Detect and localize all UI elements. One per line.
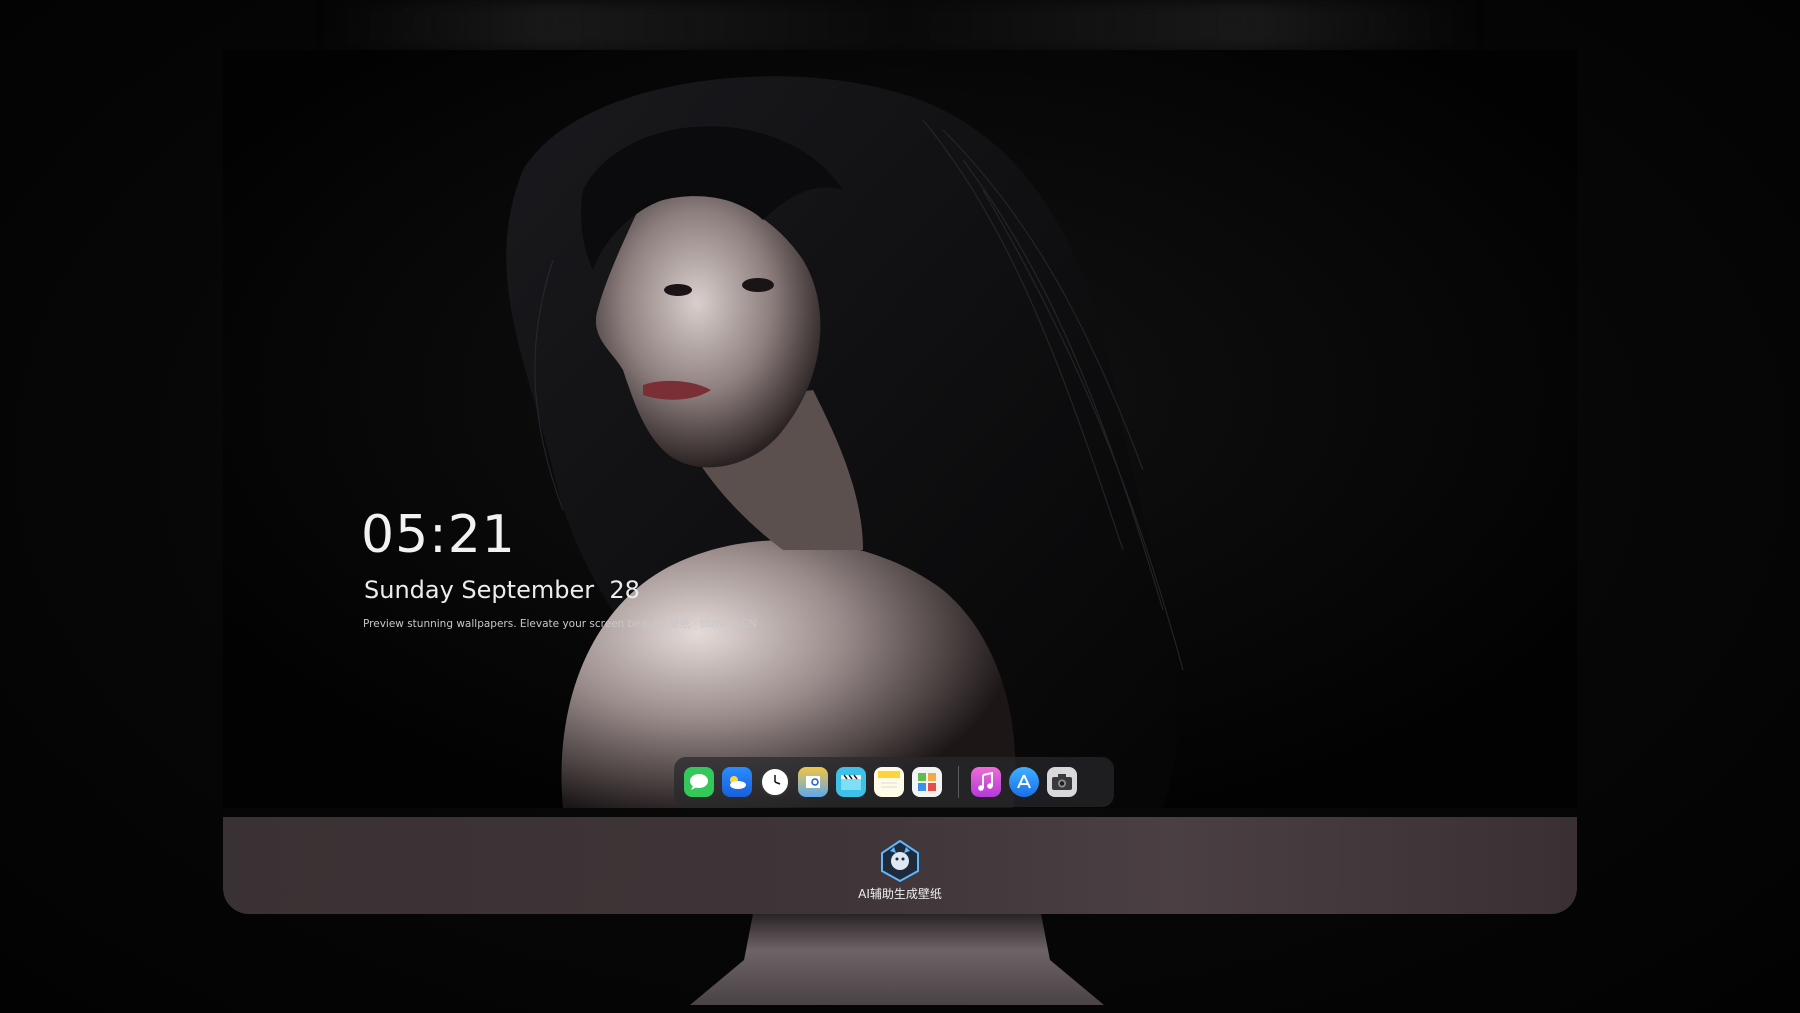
lock-screen-date: Sunday September 28: [364, 576, 640, 604]
weather-icon[interactable]: [722, 767, 752, 797]
clock-icon[interactable]: [760, 767, 790, 797]
notes-icon[interactable]: [874, 767, 904, 797]
app-store-icon[interactable]: [1009, 767, 1039, 797]
music-icon[interactable]: [971, 767, 1001, 797]
wallpaper-portrait: [223, 50, 1577, 808]
preview-icon[interactable]: [798, 767, 828, 797]
lock-screen-time: 05:21: [361, 505, 516, 565]
dock-separator: [958, 766, 959, 798]
monitor-chin: AI辅助生成壁纸: [223, 817, 1577, 914]
dock: [674, 757, 1114, 807]
lock-screen-tagline: Preview stunning wallpapers. Elevate you…: [363, 618, 757, 630]
photo-booth-icon[interactable]: [912, 767, 942, 797]
clips-icon[interactable]: [836, 767, 866, 797]
ai-wallpaper-logo: [881, 839, 919, 883]
monitor-screen: 05:21 Sunday September 28 Preview stunni…: [223, 50, 1577, 808]
messages-icon[interactable]: [684, 767, 714, 797]
top-reflection: [320, 0, 1480, 52]
chin-label: AI辅助生成壁纸: [858, 887, 942, 901]
desktop-mockup: 05:21 Sunday September 28 Preview stunni…: [0, 0, 1800, 1013]
camera-icon[interactable]: [1047, 767, 1077, 797]
